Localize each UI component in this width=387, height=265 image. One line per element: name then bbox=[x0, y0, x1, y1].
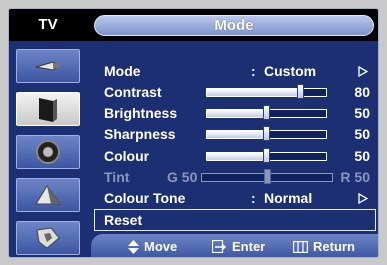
setup-icon bbox=[36, 227, 60, 249]
menu-row-colour-tone[interactable]: Colour Tone : Normal bbox=[91, 187, 378, 209]
sharpness-label: Sharpness bbox=[104, 126, 176, 142]
sidebar-item-picture[interactable] bbox=[16, 92, 80, 126]
menu-title: Mode bbox=[94, 15, 374, 36]
colour-tone-colon: : bbox=[251, 190, 256, 206]
return-hint: Return bbox=[293, 234, 355, 257]
sidebar-item-sound[interactable] bbox=[16, 135, 80, 169]
menu-row-reset[interactable]: Reset bbox=[94, 209, 376, 231]
sharpness-slider[interactable] bbox=[206, 126, 327, 141]
up-down-arrows-icon bbox=[128, 239, 139, 254]
slider-thumb bbox=[264, 169, 271, 184]
mode-value: Custom bbox=[264, 63, 317, 79]
enter-hint: Enter bbox=[212, 234, 266, 257]
move-label: Move bbox=[144, 239, 178, 254]
clock-icon bbox=[35, 185, 61, 205]
return-label: Return bbox=[313, 239, 355, 254]
enter-label: Enter bbox=[232, 239, 266, 254]
menu-row-brightness[interactable]: Brightness 50 bbox=[91, 102, 378, 124]
menu-return-icon bbox=[293, 240, 308, 253]
tv-osd-window: TV Mode Mode: Custom Contrast 80 Bright… bbox=[8, 8, 379, 258]
osd-header: TV Mode bbox=[9, 9, 378, 41]
menu-row-tint: Tint G 50 R 50 bbox=[91, 166, 378, 188]
contrast-value: 80 bbox=[354, 84, 370, 100]
key-guide-bar: Move Enter Return bbox=[91, 234, 378, 257]
colour-tone-label: Colour Tone bbox=[104, 190, 186, 206]
reset-label: Reset bbox=[104, 212, 143, 228]
menu-row-contrast[interactable]: Contrast 80 bbox=[91, 81, 378, 103]
brightness-slider[interactable] bbox=[206, 105, 327, 120]
colour-slider[interactable] bbox=[206, 148, 327, 163]
chevron-right-icon bbox=[358, 66, 368, 77]
move-hint: Move bbox=[128, 234, 178, 257]
tint-red-value: R 50 bbox=[340, 169, 370, 185]
brightness-label: Brightness bbox=[104, 105, 178, 121]
sidebar-item-setup[interactable] bbox=[16, 221, 80, 255]
slider-thumb[interactable] bbox=[263, 105, 270, 120]
slider-thumb[interactable] bbox=[263, 126, 270, 141]
sound-icon bbox=[36, 140, 60, 164]
tint-label: Tint bbox=[104, 169, 130, 185]
menu-row-colour[interactable]: Colour 50 bbox=[91, 145, 378, 167]
sharpness-value: 50 bbox=[354, 126, 370, 142]
menu-content: Mode : Custom Contrast 80 Brightness 50 … bbox=[91, 41, 378, 257]
chevron-right-icon bbox=[358, 193, 368, 204]
colour-label: Colour bbox=[104, 148, 150, 164]
category-sidebar bbox=[9, 41, 87, 257]
tint-green-value: G 50 bbox=[167, 169, 198, 185]
picture-icon bbox=[39, 98, 57, 122]
mode-label: Mode bbox=[104, 63, 141, 79]
brightness-value: 50 bbox=[354, 105, 370, 121]
mode-colon: : bbox=[251, 63, 256, 79]
menu-row-sharpness[interactable]: Sharpness 50 bbox=[91, 123, 378, 145]
source-label: TV bbox=[38, 16, 58, 33]
slider-thumb[interactable] bbox=[263, 148, 270, 163]
menu-row-mode[interactable]: Mode : Custom bbox=[91, 60, 378, 82]
enter-icon bbox=[212, 240, 226, 253]
contrast-label: Contrast bbox=[104, 84, 162, 100]
sidebar-item-input[interactable] bbox=[16, 49, 80, 83]
tint-slider bbox=[201, 169, 333, 184]
sidebar-item-channel[interactable] bbox=[16, 178, 80, 212]
contrast-slider[interactable] bbox=[206, 84, 327, 99]
slider-thumb[interactable] bbox=[297, 84, 304, 99]
colour-value: 50 bbox=[354, 148, 370, 164]
colour-tone-value: Normal bbox=[264, 190, 313, 206]
antenna-icon bbox=[35, 61, 60, 71]
